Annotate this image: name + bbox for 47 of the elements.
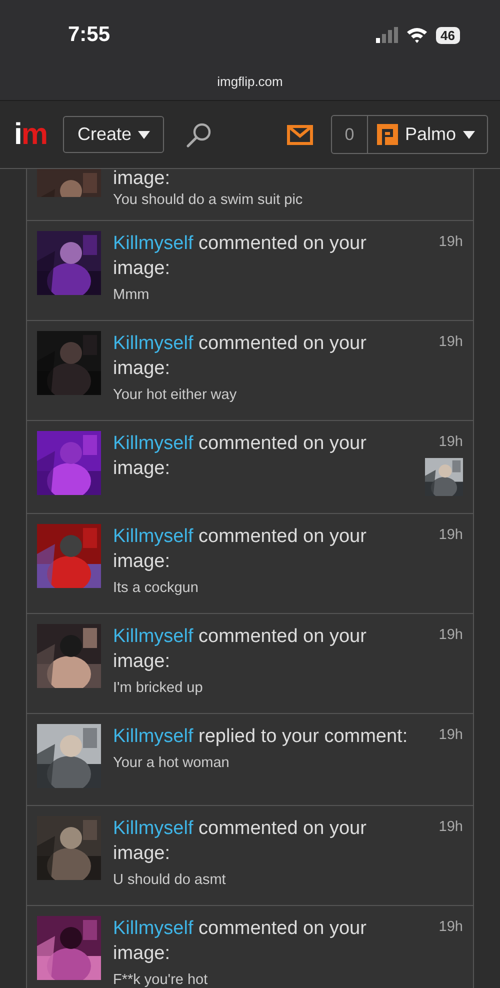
address-url[interactable]: imgflip.com [217,70,283,89]
notification-row[interactable]: Killmyself commented on your image: F**k you're hot 19h [27,906,473,988]
comment-text: U should do asmt [113,872,227,888]
notification-row[interactable]: Killmyself commented on your image: Mmm 19h [27,221,473,321]
notification-text: Killmyself replied to your comment: [113,725,409,749]
mail-icon[interactable] [286,124,313,144]
signal-icon [376,27,398,43]
time-ago: 19h [438,233,463,250]
notification-row[interactable]: Killmyself commented on your image: Your hot either way 19h [27,321,473,421]
notification-row[interactable]: Killmyself commented on your image: Its a cockgun 19h [27,514,473,614]
comment-text: F**k you're hot [113,972,209,988]
notification-text: Killmyself commented on your image: [113,432,368,481]
comment-text: I'm bricked up [113,680,204,696]
notification-text: Killmyself commented on your image: [113,817,368,866]
time-ago: 19h [438,726,463,743]
time-ago: 19h [438,626,463,643]
wifi-icon [406,27,428,43]
notification-text: image: [113,169,172,189]
search-icon[interactable] [186,122,212,148]
notification-row[interactable]: Killmyself replied to your comment: Your a hot woman 19h [27,714,473,806]
caret-icon [463,130,475,138]
comment-text: Its a cockgun [113,580,200,596]
notification-row[interactable]: Killmyself commented on your image: I'm bricked up 19h [27,614,473,714]
time-ago: 19h [438,818,463,835]
user-menu-button[interactable]: Palmo [368,116,487,153]
site-logo[interactable]: im [14,120,48,150]
notification-text: Killmyself commented on your image: [113,625,368,674]
notification-text: Killmyself commented on your image: [113,332,368,381]
notification-text: Killmyself commented on your image: [113,232,368,281]
battery-level: 46 [436,26,460,44]
comment-text: Mmm [113,287,150,303]
comment-text: Your hot either way [113,387,238,403]
comment-text: You should do a swim suit pic [113,192,304,208]
notification-text: Killmyself commented on your image: [113,525,368,574]
caret-icon [138,130,150,138]
clock-time: 7:55 [68,23,110,47]
points-counter[interactable]: 0 [332,116,368,153]
notification-row[interactable]: Killmyself commented on your image: U should do asmt 19h [27,806,473,906]
notification-row[interactable]: Killmyself commented on your image: 19h [27,421,473,514]
time-ago: 19h [438,918,463,935]
time-ago: 19h [438,433,463,450]
user-avatar-icon [376,124,398,145]
create-button[interactable]: Create [63,116,164,153]
time-ago: 19h [438,526,463,543]
time-ago: 19h [438,333,463,350]
comment-text: Your a hot woman [113,755,230,771]
notification-text: Killmyself commented on your image: [113,917,368,966]
